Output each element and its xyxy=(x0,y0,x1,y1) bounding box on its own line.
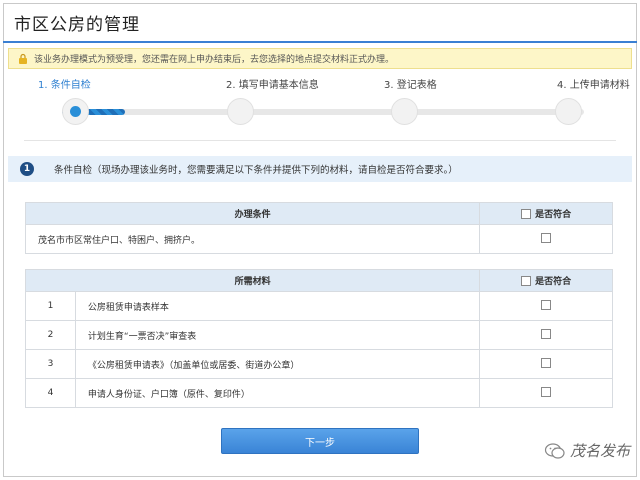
next-step-button[interactable]: 下一步 xyxy=(221,428,419,454)
conditions-table: 办理条件 是否符合 茂名市市区常住户口、特困户、拥挤户。 xyxy=(24,202,613,254)
lock-icon xyxy=(17,53,29,65)
material-check-cell xyxy=(479,349,613,379)
material-text: 计划生育“一票否决”审查表 xyxy=(74,320,481,350)
materials-header: 所需材料 xyxy=(24,269,481,292)
conditions-header: 办理条件 xyxy=(24,202,481,225)
step-label-2: 2. 填写申请基本信息 xyxy=(226,80,319,91)
table-row: 4 申请人身份证、户口簿（原件、复印件） xyxy=(25,378,613,408)
materials-check-header: 是否符合 xyxy=(479,269,613,292)
watermark-text: 茂名发布 xyxy=(569,442,630,460)
select-all-materials-checkbox[interactable] xyxy=(521,275,532,286)
step-node-3[interactable] xyxy=(391,98,418,125)
step-node-1[interactable] xyxy=(62,98,89,125)
material-checkbox[interactable] xyxy=(541,299,552,310)
progress-steps: 1. 条件自检 2. 填写申请基本信息 3. 登记表格 4. 上传申请材料 xyxy=(24,74,630,134)
material-check-cell xyxy=(479,291,613,321)
material-check-cell xyxy=(479,320,613,350)
table-row: 2 计划生育“一票否决”审查表 xyxy=(25,320,613,350)
page-title: 市区公房的管理 xyxy=(14,15,140,35)
table-row: 1 公房租赁申请表样本 xyxy=(25,291,613,321)
material-text: 公房租赁申请表样本 xyxy=(74,291,481,321)
step-label-3: 3. 登记表格 xyxy=(384,80,437,91)
conditions-check-label: 是否符合 xyxy=(535,210,572,220)
progress-track xyxy=(62,109,584,115)
wechat-icon xyxy=(544,442,566,460)
table-row: 茂名市市区常住户口、特困户、拥挤户。 xyxy=(24,224,613,254)
material-checkbox[interactable] xyxy=(541,357,552,368)
notice-text: 该业务办理模式为预受理，您还需在网上申办结束后，去您选择的地点提交材料正式办理。 xyxy=(34,55,395,65)
materials-header-row: 所需材料 是否符合 xyxy=(24,269,613,292)
material-text: 《公房租赁申请表》（加盖单位或居委、街道办公章） xyxy=(74,349,481,379)
materials-check-label: 是否符合 xyxy=(535,277,572,287)
notice-banner: 该业务办理模式为预受理，您还需在网上申办结束后，去您选择的地点提交材料正式办理。 xyxy=(8,48,632,69)
step-label-4: 4. 上传申请材料 xyxy=(557,80,630,91)
steps-divider xyxy=(24,140,616,141)
material-number: 3 xyxy=(25,349,76,379)
material-text: 申请人身份证、户口簿（原件、复印件） xyxy=(74,378,481,408)
material-number: 4 xyxy=(25,378,76,408)
title-divider xyxy=(3,41,637,43)
section-text: 条件自检（现场办理该业务时，您需要满足以下条件并提供下列的材料，请自检是否符合要… xyxy=(54,165,458,176)
step-node-2[interactable] xyxy=(227,98,254,125)
condition-checkbox[interactable] xyxy=(541,232,552,243)
select-all-conditions-checkbox[interactable] xyxy=(521,208,532,219)
section-number-badge: 1 xyxy=(20,162,34,176)
material-checkbox[interactable] xyxy=(541,386,552,397)
material-number: 2 xyxy=(25,320,76,350)
section-header: 1 条件自检（现场办理该业务时，您需要满足以下条件并提供下列的材料，请自检是否符… xyxy=(8,156,632,182)
material-number: 1 xyxy=(25,291,76,321)
conditions-header-row: 办理条件 是否符合 xyxy=(24,202,613,225)
conditions-check-header: 是否符合 xyxy=(479,202,613,225)
condition-check-cell xyxy=(479,224,613,254)
step-label-1: 1. 条件自检 xyxy=(38,80,91,91)
materials-table: 所需材料 是否符合 1 公房租赁申请表样本 2 计划生育“一票否决”审查表 3 … xyxy=(24,269,613,408)
table-row: 3 《公房租赁申请表》（加盖单位或居委、街道办公章） xyxy=(25,349,613,379)
step-node-4[interactable] xyxy=(555,98,582,125)
material-checkbox[interactable] xyxy=(541,328,552,339)
material-check-cell xyxy=(479,378,613,408)
condition-text: 茂名市市区常住户口、特困户、拥挤户。 xyxy=(24,224,481,254)
watermark: 茂名发布 xyxy=(544,440,630,461)
